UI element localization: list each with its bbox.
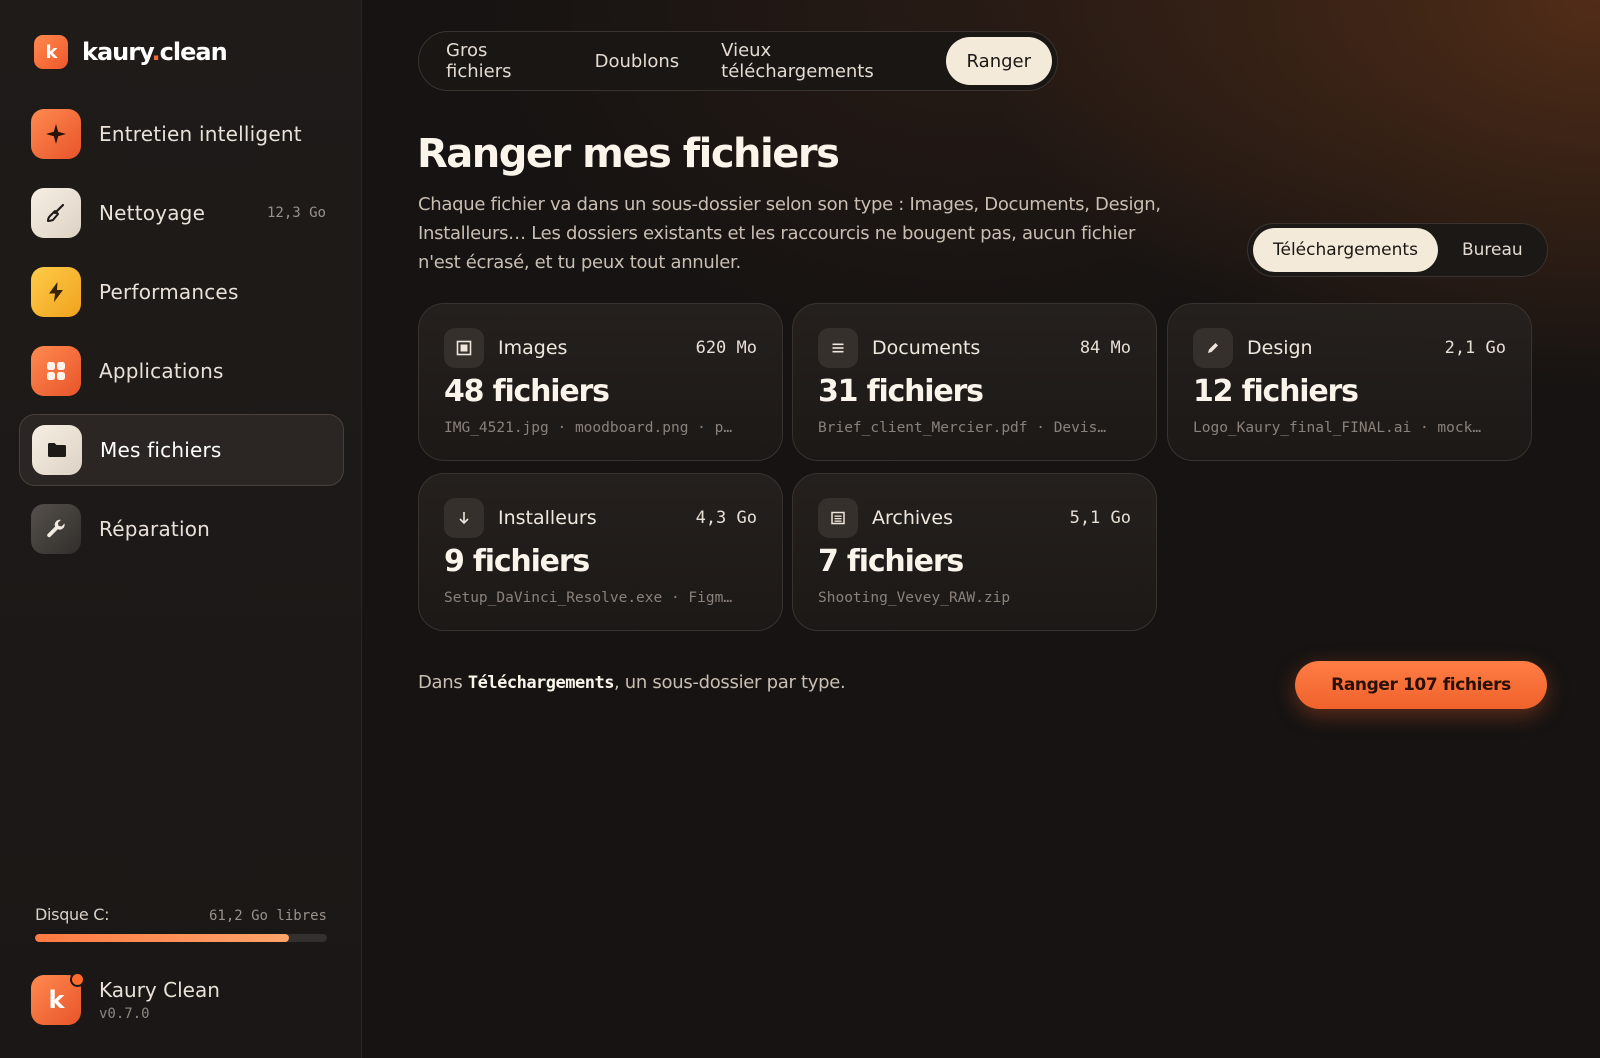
sidebar-item-label: Mes fichiers	[100, 438, 222, 462]
sidebar-item-nettoyage[interactable]: Nettoyage 12,3 Go	[19, 177, 344, 249]
category-card-installeurs[interactable]: Installeurs 4,3 Go 9 fichiers Setup_DaVi…	[418, 473, 783, 631]
main-content: Gros fichiers Doublons Vieux téléchargem…	[363, 0, 1600, 1058]
download-arrow-icon	[444, 498, 484, 538]
category-name: Images	[498, 337, 568, 359]
disk-usage-fill	[35, 934, 290, 942]
category-card-images[interactable]: Images 620 Mo 48 fichiers IMG_4521.jpg ·…	[418, 303, 783, 461]
sidebar-item-mes-fichiers[interactable]: Mes fichiers	[19, 414, 344, 486]
archive-icon	[818, 498, 858, 538]
category-file-count: 31 fichiers	[818, 374, 984, 409]
document-icon	[818, 328, 858, 368]
category-card-design[interactable]: Design 2,1 Go 12 fichiers Logo_Kaury_fin…	[1167, 303, 1532, 461]
sparkle-icon	[31, 109, 81, 159]
category-card-archives[interactable]: Archives 5,1 Go 7 fichiers Shooting_Veve…	[792, 473, 1157, 631]
location-toggle: Téléchargements Bureau	[1247, 223, 1548, 277]
tab-ranger[interactable]: Ranger	[945, 37, 1052, 85]
folder-icon	[32, 425, 82, 475]
category-name: Documents	[872, 337, 981, 359]
sidebar-item-label: Applications	[99, 359, 224, 383]
toggle-bureau[interactable]: Bureau	[1442, 228, 1543, 272]
category-file-count: 9 fichiers	[444, 544, 590, 579]
sidebar-item-label: Nettoyage	[99, 201, 206, 225]
sidebar-item-label: Réparation	[99, 517, 211, 541]
category-file-count: 48 fichiers	[444, 374, 610, 409]
sidebar-nav: Entretien intelligent Nettoyage 12,3 Go …	[19, 98, 344, 572]
category-file-list: Shooting_Vevey_RAW.zip	[818, 590, 1011, 606]
notification-dot	[70, 972, 85, 987]
category-file-list: Setup_DaVinci_Resolve.exe · Figm…	[444, 590, 733, 606]
category-card-documents[interactable]: Documents 84 Mo 31 fichiers Brief_client…	[792, 303, 1157, 461]
sidebar-item-applications[interactable]: Applications	[19, 335, 344, 407]
category-size: 4,3 Go	[695, 508, 757, 528]
logo-mark-icon: k	[34, 35, 68, 69]
disk-usage-bar	[35, 934, 327, 942]
broom-icon	[31, 188, 81, 238]
category-file-list: Brief_client_Mercier.pdf · Devis…	[818, 420, 1107, 436]
app-version: v0.7.0	[99, 1006, 150, 1022]
disk-free-space: 61,2 Go libres	[208, 908, 327, 924]
brand-logo[interactable]: k kaury.clean	[34, 34, 228, 70]
disk-label: Disque C:	[35, 905, 110, 924]
sidebar-item-reparation[interactable]: Réparation	[19, 493, 344, 565]
sidebar: k kaury.clean Entretien intelligent Nett…	[0, 0, 362, 1058]
category-name: Design	[1247, 337, 1313, 359]
tab-gros-fichiers[interactable]: Gros fichiers	[424, 37, 574, 85]
grid-icon	[31, 346, 81, 396]
toggle-telechargements[interactable]: Téléchargements	[1253, 228, 1438, 272]
category-name: Archives	[872, 507, 953, 529]
sidebar-item-entretien-intelligent[interactable]: Entretien intelligent	[19, 98, 344, 170]
sidebar-item-performances[interactable]: Performances	[19, 256, 344, 328]
app-info[interactable]: k Kaury Clean v0.7.0	[31, 972, 220, 1025]
wrench-icon	[31, 504, 81, 554]
category-size: 5,1 Go	[1069, 508, 1131, 528]
app-name: Kaury Clean	[99, 978, 220, 1002]
destination-note: Dans Téléchargements, un sous-dossier pa…	[418, 672, 846, 693]
category-size: 84 Mo	[1079, 338, 1131, 358]
disk-usage: Disque C: 61,2 Go libres	[35, 905, 327, 942]
organize-files-button[interactable]: Ranger 107 fichiers	[1295, 661, 1547, 709]
brand-name: kaury.clean	[82, 38, 228, 66]
destination-folder: Téléchargements	[467, 673, 615, 693]
category-file-count: 7 fichiers	[818, 544, 964, 579]
category-file-list: IMG_4521.jpg · moodboard.png · p…	[444, 420, 733, 436]
tab-bar: Gros fichiers Doublons Vieux téléchargem…	[418, 31, 1058, 91]
lightning-icon	[31, 267, 81, 317]
page-title: Ranger mes fichiers	[417, 131, 840, 177]
image-icon	[444, 328, 484, 368]
tab-doublons[interactable]: Doublons	[574, 37, 701, 85]
category-size: 620 Mo	[695, 338, 757, 358]
category-file-list: Logo_Kaury_final_FINAL.ai · mock…	[1193, 420, 1482, 436]
pencil-icon	[1193, 328, 1233, 368]
page-description: Chaque fichier va dans un sous-dossier s…	[418, 194, 1161, 273]
tab-vieux-telechargements[interactable]: Vieux téléchargements	[700, 37, 939, 85]
category-size: 2,1 Go	[1444, 338, 1506, 358]
sidebar-item-label: Entretien intelligent	[99, 122, 302, 146]
app-logo-icon: k	[31, 972, 85, 1025]
category-name: Installeurs	[498, 507, 597, 529]
cleanable-size: 12,3 Go	[266, 205, 326, 221]
category-file-count: 12 fichiers	[1193, 374, 1359, 409]
sidebar-item-label: Performances	[99, 280, 239, 304]
